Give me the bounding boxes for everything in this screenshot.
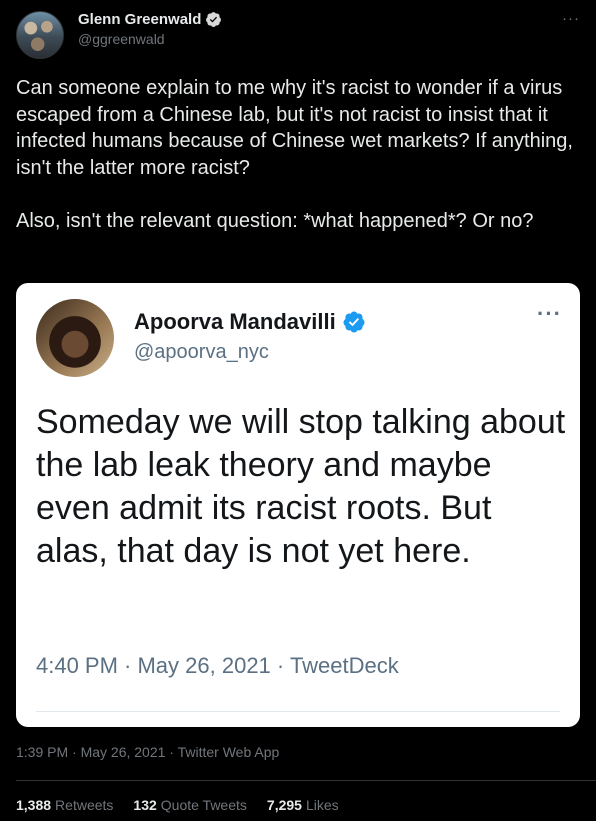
likes-count: 7,295 <box>266 797 302 813</box>
quoted-tweet-text: Someday we will stop talking about the l… <box>36 403 575 570</box>
quoted-tweet-screenshot-image[interactable]: Apoorva Mandavilli @apoorva_nyc ··· Some… <box>16 283 580 727</box>
author-handle[interactable]: @ggreenwald <box>78 31 165 47</box>
tweet-stats: 1,388 Retweets 132 Quote Tweets 7,295 Li… <box>16 797 339 813</box>
author-avatar[interactable] <box>16 11 64 59</box>
likes-stat[interactable]: 7,295 Likes <box>267 797 339 813</box>
stats-divider <box>16 780 596 781</box>
quoted-verified-badge-icon <box>343 311 365 333</box>
quote-tweets-stat[interactable]: 132 Quote Tweets <box>133 797 247 813</box>
tweet-timestamp-source[interactable]: 1:39 PM · May 26, 2021 · Twitter Web App <box>16 744 279 760</box>
quoted-author-name: Apoorva Mandavilli <box>134 309 336 334</box>
author-name[interactable]: Glenn Greenwald <box>78 11 201 28</box>
quoted-author-name-row: Apoorva Mandavilli <box>134 309 366 335</box>
verified-badge-icon <box>206 12 222 27</box>
tweet-body-text: Can someone explain to me why it's racis… <box>16 77 573 232</box>
author-name-row[interactable]: Glenn Greenwald <box>78 11 222 28</box>
likes-label: Likes <box>305 797 339 813</box>
quoted-divider <box>36 711 560 712</box>
quote-tweets-label: Quote Tweets <box>160 797 247 813</box>
quoted-author-handle: @apoorva_nyc <box>134 341 269 363</box>
tweet-header: Glenn Greenwald @ggreenwald ··· <box>16 8 582 60</box>
quoted-author-avatar <box>36 299 114 377</box>
more-horizontal-icon[interactable]: ··· <box>562 10 580 27</box>
quoted-tweet-meta: 4:40 PM · May 26, 2021 · TweetDeck <box>36 653 399 678</box>
quoted-more-horizontal-icon: ··· <box>537 301 562 326</box>
retweets-stat[interactable]: 1,388 Retweets <box>16 797 113 813</box>
retweets-label: Retweets <box>55 797 114 813</box>
retweets-count: 1,388 <box>16 797 52 813</box>
quote-tweets-count: 132 <box>133 797 157 813</box>
